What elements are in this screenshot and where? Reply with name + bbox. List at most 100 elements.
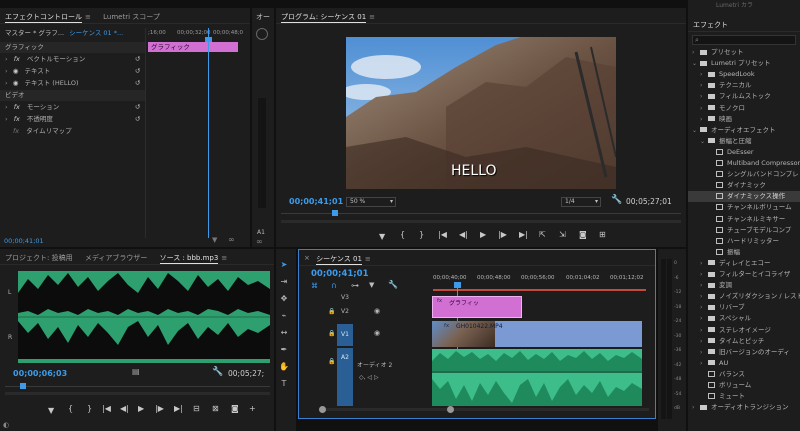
tab-media-browser[interactable]: メディアブラウザー: [80, 249, 153, 265]
close-icon[interactable]: ×: [299, 250, 312, 266]
tab-lumetri-scopes[interactable]: Lumetri スコープ: [98, 8, 165, 24]
pen-tool-icon[interactable]: ✒: [278, 344, 290, 356]
eye-icon[interactable]: ◉: [10, 67, 19, 75]
effects-tree-item[interactable]: バランス: [688, 369, 800, 380]
fx-icon[interactable]: fx: [0, 127, 19, 135]
effects-tree-item[interactable]: › フィルムストック: [688, 91, 800, 102]
ec-timecode[interactable]: 00;00;41;01: [4, 237, 44, 245]
step-back-icon[interactable]: ◀|: [120, 404, 129, 413]
tab-source[interactable]: ソース : bbb.mp3 ≡: [155, 249, 233, 265]
panel-menu-icon[interactable]: ≡: [366, 13, 375, 21]
source-scrubber[interactable]: [5, 386, 270, 387]
scroll-handle[interactable]: [447, 406, 454, 413]
nest-icon[interactable]: ⌘: [311, 282, 318, 290]
panel-menu-icon[interactable]: ≡: [82, 13, 91, 21]
effects-tree-item[interactable]: 振幅: [688, 247, 800, 258]
effects-tree-item[interactable]: ハードリミッター: [688, 236, 800, 247]
wrench-icon[interactable]: 🔧: [611, 195, 622, 205]
razor-tool-icon[interactable]: ⌁: [278, 310, 290, 322]
ec-row[interactable]: › ◉ テキスト (HELLO) ↺: [0, 78, 145, 89]
chevron-right-icon[interactable]: ›: [700, 313, 708, 324]
program-playhead[interactable]: [332, 210, 338, 216]
chevron-right-icon[interactable]: ›: [700, 280, 708, 291]
panel-menu-icon[interactable]: ≡: [362, 255, 371, 263]
quality-select[interactable]: 1/4 ▾: [561, 197, 601, 207]
ec-clip-graphic[interactable]: グラフィック: [148, 42, 238, 52]
effects-tree-item[interactable]: ボリューム: [688, 380, 800, 391]
effects-tree-item[interactable]: › 旧バージョンのオーディ: [688, 347, 800, 358]
effects-tree-item[interactable]: › タイムとピッチ: [688, 336, 800, 347]
effects-tree-item[interactable]: › ディレイとエコー: [688, 258, 800, 269]
program-timecode[interactable]: 00;00;41;01: [289, 197, 343, 206]
add-marker-icon[interactable]: ▼: [369, 281, 374, 289]
type-tool-icon[interactable]: T: [278, 378, 290, 390]
reset-icon[interactable]: ↺: [135, 66, 140, 77]
effects-tree-item[interactable]: ⌄ オーディオエフェクト: [688, 125, 800, 136]
camera-icon[interactable]: ◙: [579, 230, 587, 239]
go-to-out-icon[interactable]: ▶|: [519, 230, 528, 239]
chevron-right-icon[interactable]: ›: [692, 402, 700, 413]
chevron-right-icon[interactable]: ›: [692, 47, 700, 58]
ec-row[interactable]: fx タイムリマップ: [0, 126, 145, 137]
effects-tree-item[interactable]: Multiband Compressor: [688, 158, 800, 169]
export-frame-icon[interactable]: ◙: [231, 404, 239, 413]
selection-tool-icon[interactable]: ➤: [278, 259, 290, 271]
loop-icon[interactable]: ∞: [228, 235, 235, 244]
ec-row[interactable]: › fx ベクトルモーション ↺: [0, 54, 145, 65]
chevron-right-icon[interactable]: ›: [700, 325, 708, 336]
go-to-in-icon[interactable]: |◀: [102, 404, 111, 413]
effects-tree-item[interactable]: シングルバンドコンプレ: [688, 169, 800, 180]
ec-row[interactable]: › fx モーション ↺: [0, 102, 145, 113]
effects-tree-item[interactable]: › モノクロ: [688, 103, 800, 114]
knob-icon[interactable]: [256, 28, 268, 40]
effects-tree-item[interactable]: › テクニカル: [688, 80, 800, 91]
fx-icon[interactable]: fx: [10, 103, 20, 111]
tab-project[interactable]: プロジェクト: 投稿用: [0, 249, 78, 265]
lumetri-top-label[interactable]: Lumetri カラ: [716, 0, 753, 9]
chevron-right-icon[interactable]: ›: [700, 291, 708, 302]
audio-meter-tab[interactable]: オー: [256, 12, 270, 22]
chevron-right-icon[interactable]: ›: [700, 80, 708, 91]
reset-icon[interactable]: ↺: [135, 78, 140, 89]
play-icon[interactable]: ▶: [480, 230, 486, 239]
chevron-right-icon[interactable]: ›: [700, 302, 708, 313]
overwrite-icon[interactable]: ⊠: [212, 404, 219, 413]
effects-search-input[interactable]: ⌕: [692, 35, 796, 45]
play-icon[interactable]: ▶: [138, 404, 144, 413]
tab-program[interactable]: プログラム: シーケンス 01 ≡: [276, 8, 380, 24]
in-point-icon[interactable]: {: [400, 230, 405, 239]
overlay-text[interactable]: HELLO: [451, 163, 497, 179]
effects-tree-item[interactable]: チューブモデルコンプ: [688, 225, 800, 236]
source-waveform[interactable]: [18, 271, 270, 363]
chevron-right-icon[interactable]: ›: [700, 114, 708, 125]
chevron-right-icon[interactable]: ›: [0, 115, 8, 123]
fx-icon[interactable]: fx: [10, 55, 20, 63]
track-a1-target[interactable]: A2: [337, 348, 353, 406]
filter-icon[interactable]: ▼: [212, 236, 217, 244]
chevron-right-icon[interactable]: ›: [0, 67, 8, 75]
tab-effect-controls[interactable]: エフェクトコントロール ≡: [0, 8, 96, 24]
marker-icon[interactable]: ▼: [379, 232, 385, 241]
add-button-icon[interactable]: +: [249, 404, 256, 413]
effects-tree-item[interactable]: ダイナミック: [688, 180, 800, 191]
chevron-right-icon[interactable]: ›: [700, 103, 708, 114]
chevron-down-icon[interactable]: ⌄: [692, 125, 700, 136]
chevron-down-icon[interactable]: ⌄: [700, 136, 708, 147]
program-scrubber[interactable]: [281, 213, 681, 214]
effects-tree-item[interactable]: › オーディオトランジション: [688, 402, 800, 413]
hand-tool-icon[interactable]: ✋: [278, 361, 290, 373]
timeline-playhead-handle[interactable]: [454, 282, 461, 288]
lift-icon[interactable]: ⇱: [539, 230, 546, 239]
effects-tree-item[interactable]: › SpeedLook: [688, 69, 800, 80]
effects-tree-item[interactable]: チャンネルボリューム: [688, 202, 800, 213]
wrench-icon[interactable]: 🔧: [212, 367, 223, 377]
zoom-select[interactable]: 50 % ▾: [346, 197, 396, 207]
step-back-icon[interactable]: ◀|: [459, 230, 468, 239]
sequence-label[interactable]: シーケンス 01 *...: [66, 29, 123, 37]
effects-tree-item[interactable]: › 変調: [688, 280, 800, 291]
effects-tree-item[interactable]: ⌄ Lumetri プリセット: [688, 58, 800, 69]
ec-playhead[interactable]: [208, 28, 209, 238]
ec-row[interactable]: › ◉ テキスト ↺: [0, 66, 145, 77]
effects-tree-item[interactable]: DeEsser: [688, 147, 800, 158]
master-label[interactable]: マスター * グラフ...: [0, 29, 64, 37]
